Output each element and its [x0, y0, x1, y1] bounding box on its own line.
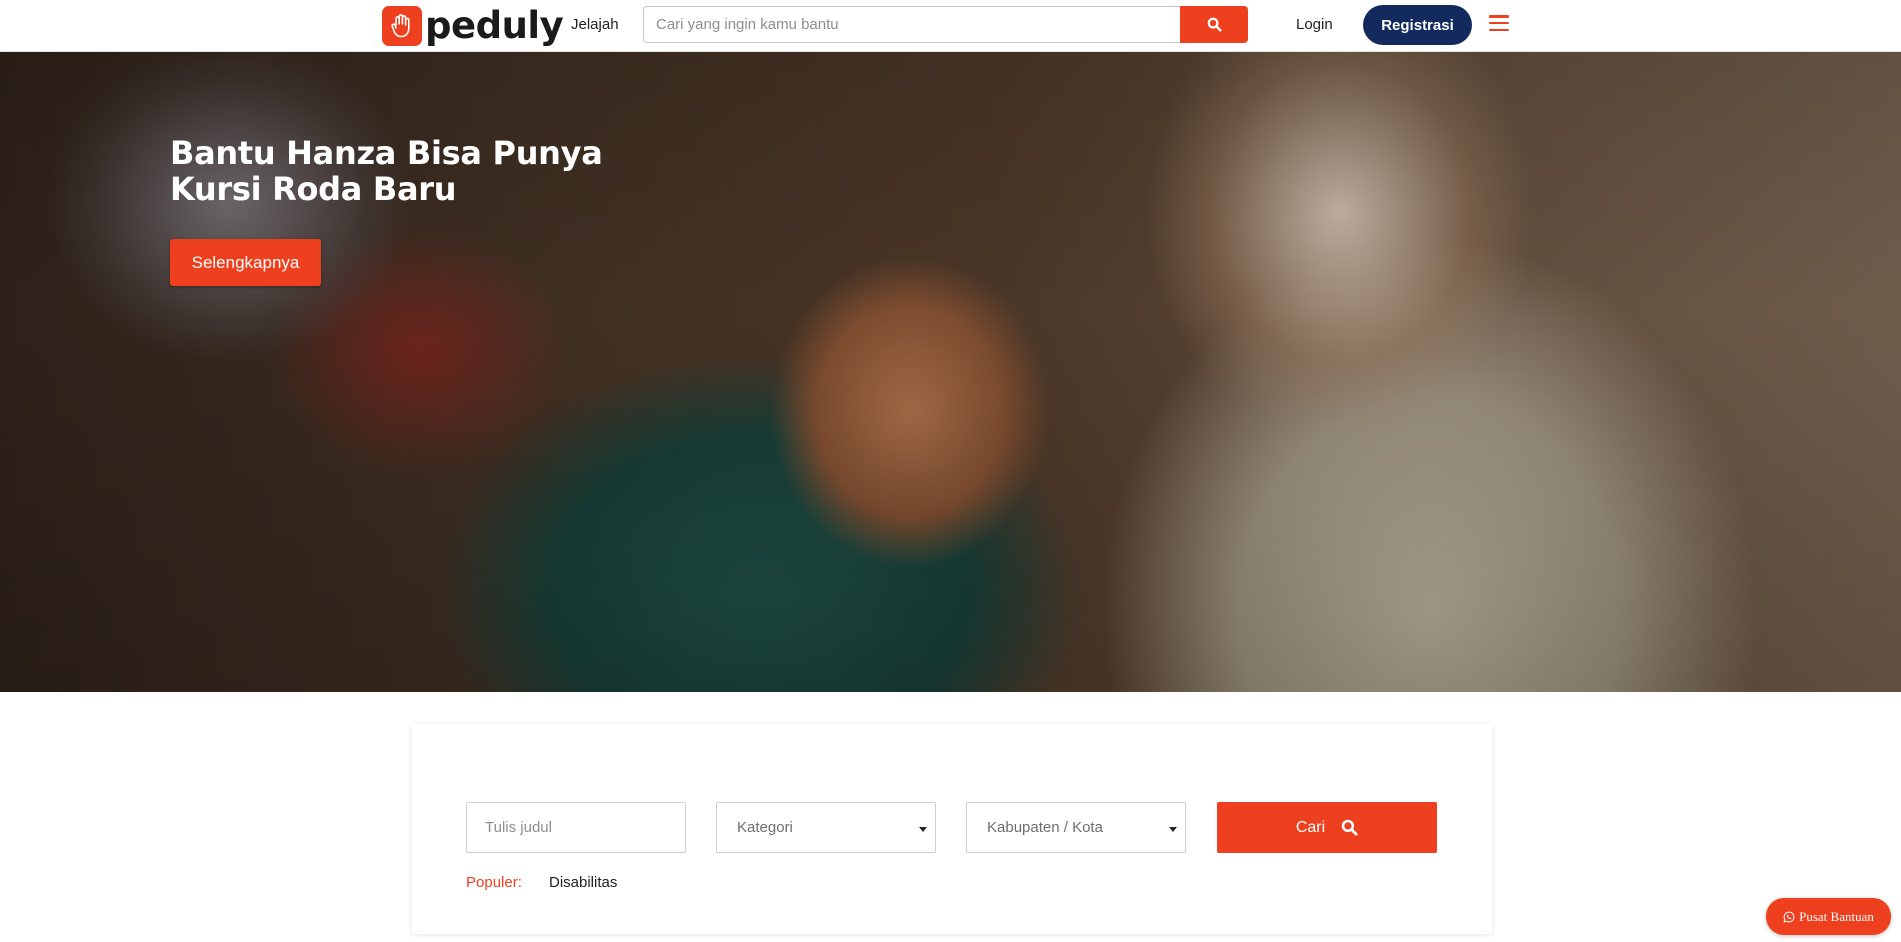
kota-select-value: Kabupaten / Kota: [987, 819, 1103, 836]
whatsapp-icon: [1783, 911, 1795, 922]
kategori-select-value: Kategori: [737, 819, 793, 836]
register-button[interactable]: Registrasi: [1363, 5, 1472, 45]
hero-banner: Bantu Hanza Bisa Punya Kursi Roda Baru S…: [0, 52, 1901, 692]
campaign-filter-card: Kategori Kabupaten / Kota Cari Populer: …: [412, 724, 1492, 934]
kategori-select[interactable]: Kategori: [716, 802, 936, 853]
search-icon: [1207, 17, 1222, 32]
peduly-logo[interactable]: peduly: [382, 4, 564, 47]
top-navbar: peduly Jelajah Login Registrasi: [0, 0, 1901, 52]
nav-jelajah-link[interactable]: Jelajah: [571, 15, 619, 35]
hero-title: Bantu Hanza Bisa Punya Kursi Roda Baru: [170, 134, 603, 208]
header-search: [643, 6, 1248, 43]
kota-select[interactable]: Kabupaten / Kota: [966, 802, 1186, 853]
help-center-label: Pusat Bantuan: [1799, 908, 1874, 924]
title-search-input[interactable]: [466, 802, 686, 853]
caret-down-icon: [919, 827, 927, 832]
search-icon: [1341, 819, 1358, 836]
hand-icon: [382, 6, 422, 46]
filter-search-button[interactable]: Cari: [1217, 802, 1437, 853]
populer-label: Populer:: [466, 874, 522, 891]
hero-more-button[interactable]: Selengkapnya: [170, 239, 321, 286]
filter-search-label: Cari: [1295, 818, 1326, 836]
login-link[interactable]: Login: [1296, 15, 1333, 35]
caret-down-icon: [1169, 827, 1177, 832]
help-center-button[interactable]: Pusat Bantuan: [1766, 898, 1891, 935]
header-search-input[interactable]: [643, 6, 1180, 43]
hamburger-menu-icon[interactable]: [1489, 15, 1509, 31]
logo-text: peduly: [425, 4, 564, 47]
populer-tag-link[interactable]: Disabilitas: [549, 873, 617, 893]
header-search-button[interactable]: [1180, 6, 1248, 43]
